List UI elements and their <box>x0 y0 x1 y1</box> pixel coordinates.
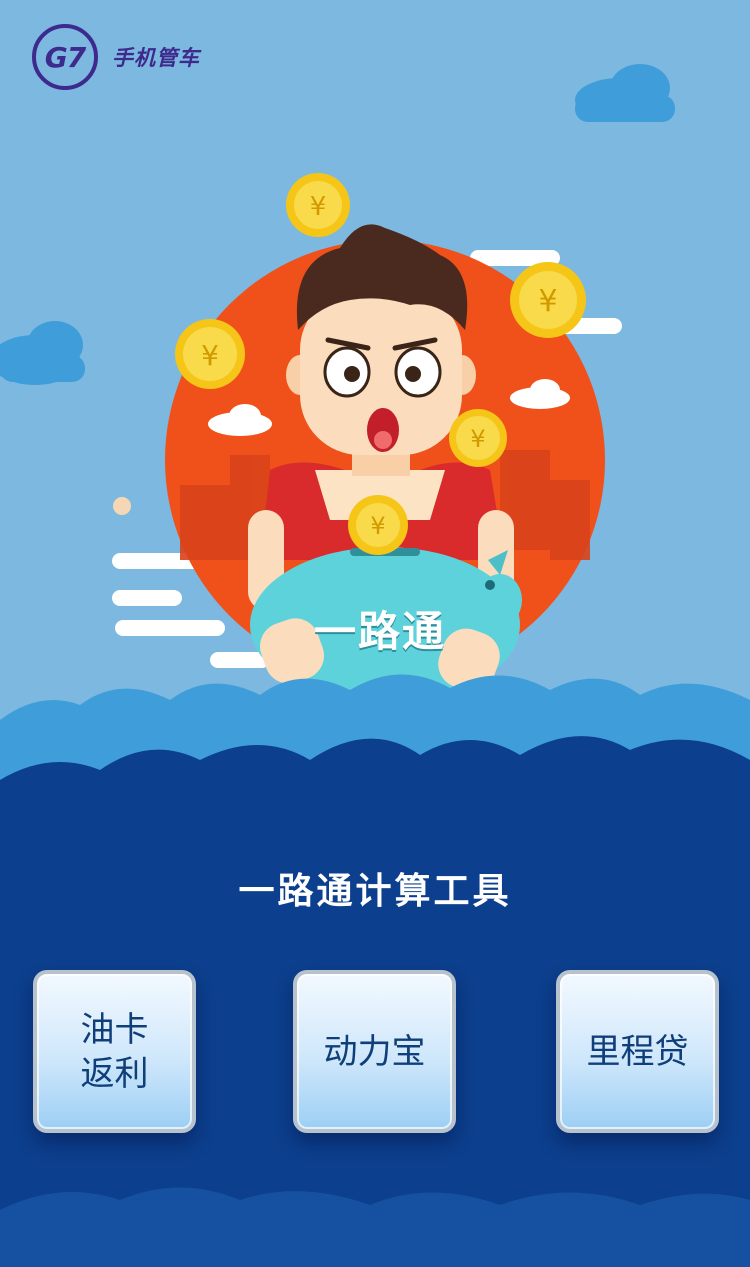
svg-text:¥: ¥ <box>310 192 327 222</box>
cloud-icon <box>0 321 85 385</box>
svg-text:¥: ¥ <box>470 425 485 453</box>
coin-icon: ¥ <box>449 409 507 467</box>
brand-header: G7 手机管车 <box>32 24 200 90</box>
cloud-icon <box>575 64 675 122</box>
svg-text:¥: ¥ <box>538 284 557 319</box>
svg-text:¥: ¥ <box>201 339 219 372</box>
coin-icon: ¥ <box>286 173 350 237</box>
coin-icon: ¥ <box>175 319 245 389</box>
piggy-label: 一路通 <box>313 607 446 656</box>
tool-card-label: 油卡返利 <box>80 1009 149 1094</box>
tool-card-mileage-loan[interactable]: 里程贷 <box>556 970 719 1133</box>
coin-icon: ¥ <box>348 495 408 555</box>
tool-card-power-treasure[interactable]: 动力宝 <box>293 970 456 1133</box>
section-title: 一路通计算工具 <box>238 871 512 912</box>
svg-text:¥: ¥ <box>370 512 385 540</box>
coin-icon: ¥ <box>510 262 586 338</box>
tool-card-label: 动力宝 <box>323 1031 426 1072</box>
brand-name: 手机管车 <box>112 46 200 70</box>
tool-card-label: 里程贷 <box>586 1031 689 1072</box>
app-screen: ¥ ¥ ¥ ¥ ¥ 一路通 G7 手机管车 一路通计算工具 油卡返利 动力宝 里… <box>0 0 750 1267</box>
tool-card-oil-rebate[interactable]: 油卡返利 <box>33 970 196 1133</box>
g7-logo: G7 <box>32 24 98 90</box>
